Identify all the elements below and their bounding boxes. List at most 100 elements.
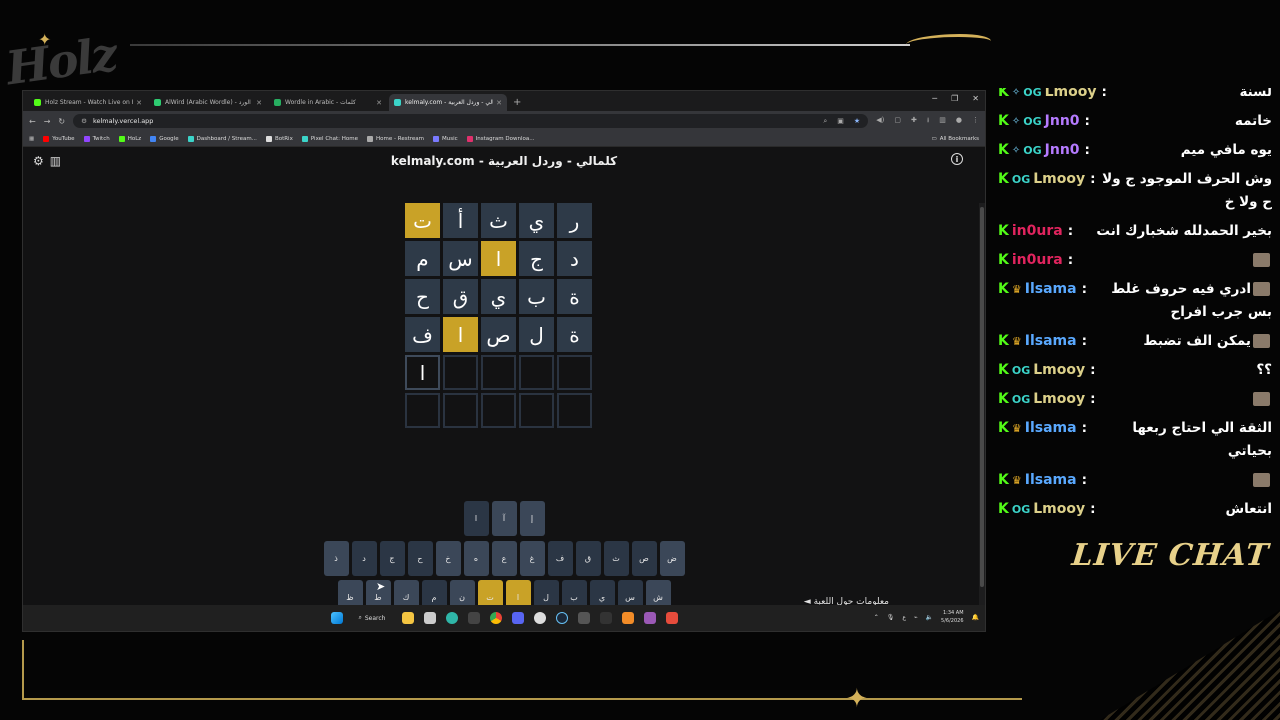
app-icon[interactable] [643, 612, 656, 624]
profile-icon[interactable]: ● [956, 116, 962, 127]
settings-icon[interactable]: ⚙ [33, 154, 44, 168]
bookmark-item[interactable]: Dashboard / Stream... [187, 135, 257, 142]
chat-username[interactable]: in0ura [1012, 220, 1063, 243]
letter-key[interactable]: ذ [323, 541, 349, 576]
clock[interactable]: 1:34 AM 5/6/2026 [941, 609, 963, 625]
notification-icon[interactable]: 🔔 [972, 614, 979, 621]
apps-icon[interactable]: ▦ [29, 136, 34, 142]
letter-key[interactable]: د [351, 541, 377, 576]
store-icon[interactable] [423, 612, 436, 624]
letter-key[interactable]: ح [407, 541, 433, 576]
volume-icon[interactable]: 🔈 [926, 614, 933, 621]
new-tab-button[interactable]: + [513, 97, 521, 108]
chevron-up-icon[interactable]: ⌃ [874, 614, 879, 621]
letter-key[interactable]: ه [463, 541, 489, 576]
edge-icon[interactable] [445, 612, 458, 624]
bookmark-item[interactable]: Google [150, 135, 179, 142]
letter-key[interactable]: ع [491, 541, 517, 576]
bookmark-item[interactable]: BotRix [265, 135, 293, 142]
tab-close-icon[interactable]: ✕ [136, 99, 142, 107]
minimize-icon[interactable]: ─ [932, 94, 937, 103]
terminal-icon[interactable] [467, 612, 480, 624]
bookmark-item[interactable]: Instagram Downloa... [466, 135, 534, 142]
mic-icon[interactable]: 🎙 [887, 614, 895, 621]
bookmark-item[interactable]: YouTube [43, 135, 75, 142]
url-field[interactable]: ⚙ kelmaly.vercel.app ⌕ ▣ ★ [73, 114, 869, 128]
network-icon[interactable]: ⌁ [914, 614, 918, 621]
all-bookmarks-button[interactable]: ▭ All Bookmarks [932, 136, 980, 142]
tab-close-icon[interactable]: ✕ [496, 99, 502, 107]
maximize-icon[interactable]: ❐ [951, 94, 958, 103]
file-explorer-icon[interactable] [401, 612, 414, 624]
letter-key[interactable]: إ [519, 501, 545, 536]
mic-badge-icon: ✧ [1011, 88, 1021, 98]
scrollbar-thumb[interactable] [980, 207, 984, 587]
letter-key[interactable]: ف [547, 541, 573, 576]
windows-start-icon[interactable] [330, 612, 343, 624]
install-icon[interactable]: ▣ [837, 117, 844, 126]
extension-icon[interactable]: ▢ [894, 116, 901, 127]
letter-key[interactable]: ض [659, 541, 685, 576]
app-icon[interactable] [621, 612, 634, 624]
bookmark-item[interactable]: Pixel Chat: Home [301, 135, 358, 142]
browser-tab[interactable]: AlWird (Arabic Wordle) - الورد ✕ [149, 94, 267, 111]
letter-key[interactable]: آ [491, 501, 517, 536]
chat-username[interactable]: Lmooy [1033, 498, 1085, 521]
letter-key[interactable]: ق [575, 541, 601, 576]
letter-key[interactable]: ج [379, 541, 405, 576]
discord-icon[interactable] [511, 612, 524, 624]
chat-username[interactable]: Lmooy [1033, 168, 1085, 191]
letter-key[interactable]: ص [631, 541, 657, 576]
chat-username[interactable]: Jnn0 [1045, 110, 1080, 133]
emote-icon [1253, 334, 1270, 348]
grid-row: دجاسم [405, 241, 592, 276]
letter-key[interactable]: غ [519, 541, 545, 576]
letter-key[interactable]: خ [435, 541, 461, 576]
bookmark-item[interactable]: Home - Restream [367, 135, 424, 142]
app-icon[interactable] [599, 612, 612, 624]
bookmark-item[interactable]: Twitch [83, 135, 110, 142]
download-icon[interactable]: ⭳ [927, 116, 929, 127]
language-indicator[interactable]: ع [902, 614, 906, 621]
browser-tab[interactable]: Holz Stream - Watch Live on Ki ✕ [29, 94, 147, 111]
chat-username[interactable]: Lmooy [1033, 388, 1085, 411]
close-icon[interactable]: ✕ [972, 94, 979, 103]
chat-username[interactable]: Ilsama [1025, 417, 1077, 440]
site-info-icon[interactable]: ⚙ [81, 117, 87, 125]
info-icon[interactable]: i [951, 153, 963, 165]
browser-tab[interactable]: Wordle in Arabic - كلمات ✕ [269, 94, 387, 111]
chat-username[interactable]: Ilsama [1025, 278, 1077, 301]
zoom-icon[interactable]: ⌕ [823, 117, 827, 126]
sidebar-icon[interactable]: ▥ [939, 116, 946, 127]
back-icon[interactable]: ← [29, 117, 36, 126]
chat-username[interactable]: Lmooy [1045, 88, 1097, 104]
forward-icon[interactable]: → [44, 117, 51, 126]
mute-icon[interactable]: ◀) [876, 116, 884, 127]
bookmark-item[interactable]: Music [432, 135, 458, 142]
chrome-icon[interactable] [489, 612, 502, 624]
letter-key[interactable]: ث [603, 541, 629, 576]
page-scrollbar[interactable] [979, 203, 985, 631]
chat-username[interactable]: in0ura [1012, 249, 1063, 272]
app-icon[interactable] [577, 612, 590, 624]
taskbar-search[interactable]: ⌕ Search [353, 614, 392, 622]
bookmark-star-icon[interactable]: ★ [854, 117, 860, 126]
browser-tab[interactable]: kelmaly.com - كلمالي - وردل العربية✕ [389, 94, 507, 111]
letter-key[interactable]: ا [463, 501, 489, 536]
chat-username[interactable]: Ilsama [1025, 469, 1077, 492]
tab-close-icon[interactable]: ✕ [256, 99, 262, 107]
chat-username[interactable]: Ilsama [1025, 330, 1077, 353]
menu-icon[interactable]: ⋮ [972, 116, 979, 127]
stats-icon[interactable]: ▥ [50, 154, 61, 168]
bookmark-item[interactable]: HoLz [118, 135, 141, 142]
chat-username[interactable]: Jnn0 [1045, 139, 1080, 162]
puzzle-icon[interactable]: ✚ [911, 116, 917, 127]
grid-tile: ت [405, 203, 440, 238]
kick-badge-icon: K [998, 472, 1009, 488]
chat-username[interactable]: Lmooy [1033, 359, 1085, 382]
app-icon[interactable] [665, 612, 678, 624]
tab-close-icon[interactable]: ✕ [376, 99, 382, 107]
obs-icon[interactable] [533, 612, 546, 624]
reload-icon[interactable]: ↻ [58, 117, 65, 126]
steam-icon[interactable] [555, 612, 568, 624]
